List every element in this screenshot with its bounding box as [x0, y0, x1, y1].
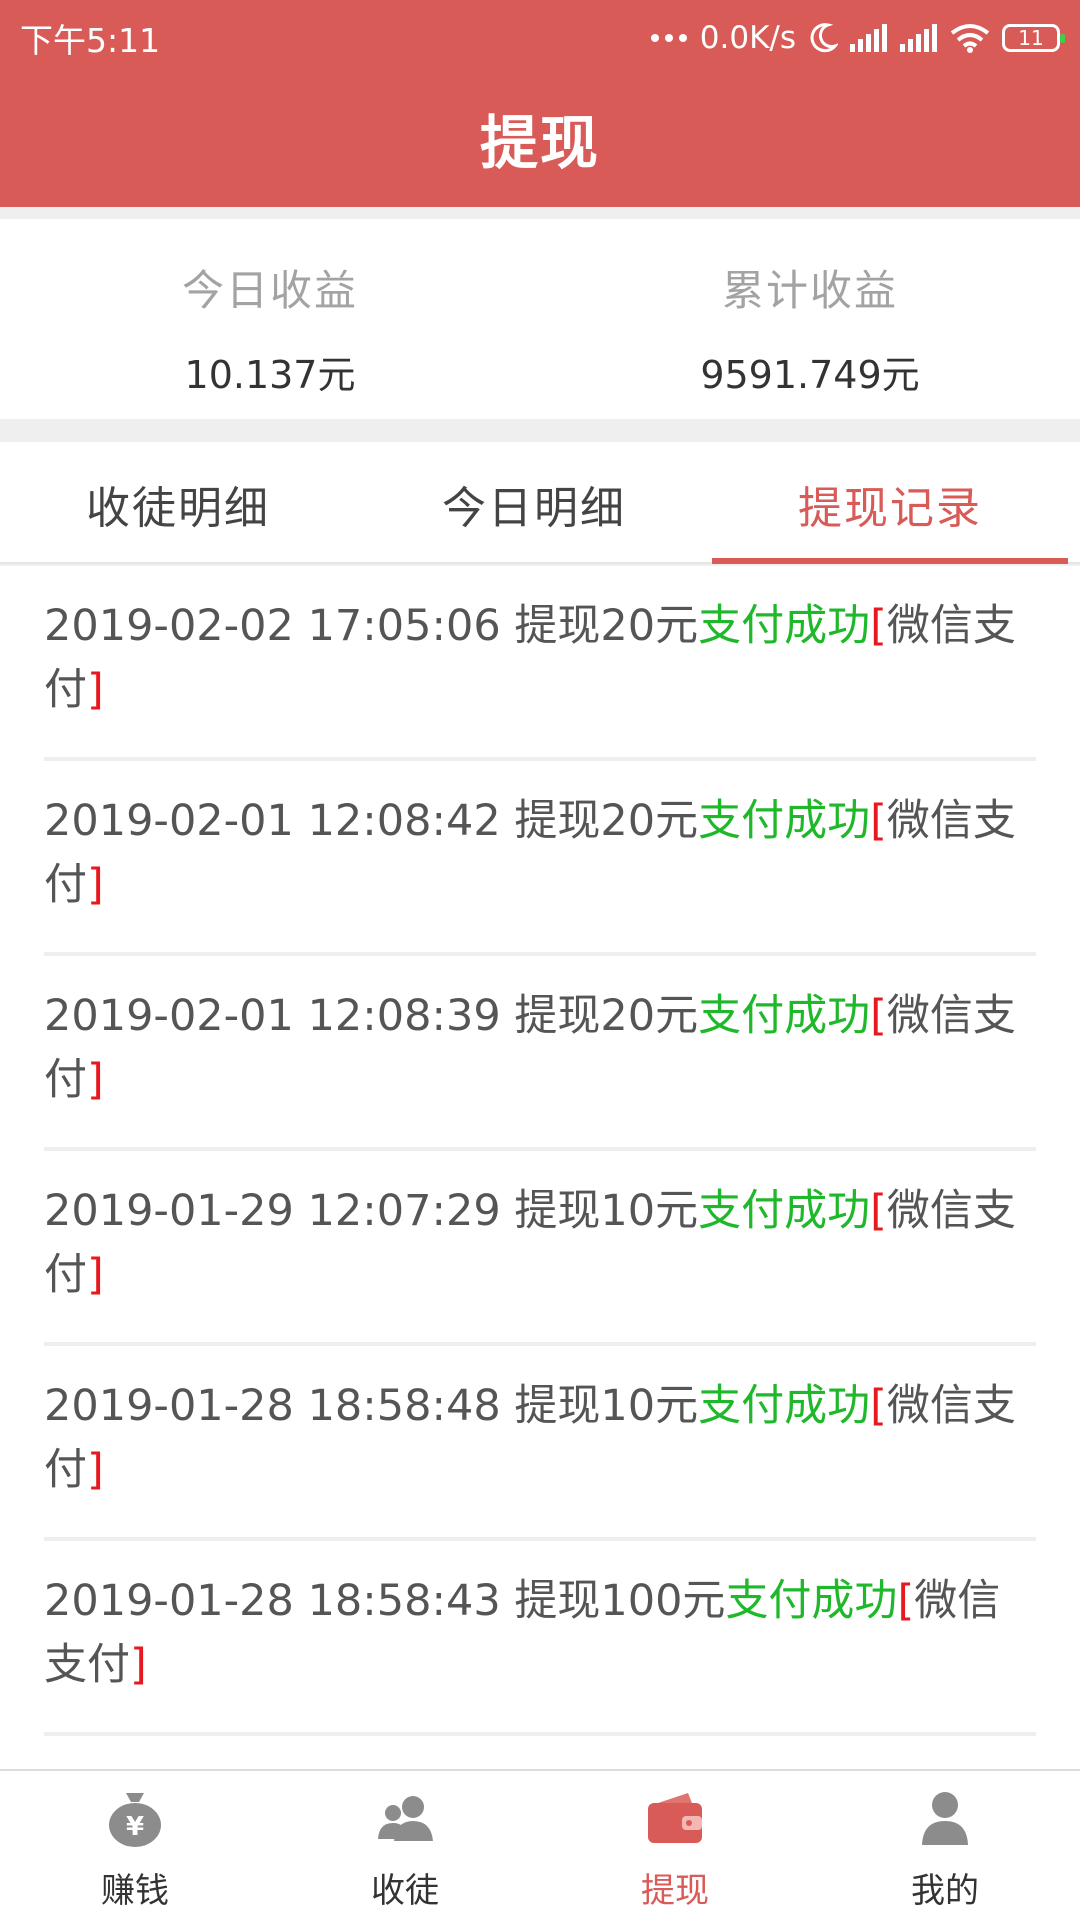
tab-bar: 收徒明细 今日明细 提现记录	[0, 442, 1080, 564]
wallet-icon	[648, 1793, 702, 1843]
record-bracket-open: [	[870, 1186, 887, 1236]
record-status: 支付成功	[698, 796, 871, 846]
tab-withdraw-records[interactable]: 提现记录	[712, 442, 1068, 564]
record-text: 2019-01-29 12:07:29 提现10元	[44, 1186, 699, 1236]
record-text: 2019-01-28 18:58:48 提现10元	[44, 1381, 699, 1431]
app-header: 下午5:11 0.0K/s 11 提现	[0, 0, 1080, 207]
svg-text:¥: ¥	[126, 1812, 144, 1842]
record-bracket-open: [	[897, 1576, 915, 1626]
record-bracket-open: [	[870, 991, 887, 1041]
record-status: 支付成功	[725, 1576, 898, 1626]
record-text: 2019-02-02 17:05:06 提现20元	[44, 601, 699, 651]
battery-icon: 11	[1002, 24, 1065, 52]
record-text: 2019-02-01 12:08:42 提现20元	[44, 796, 699, 846]
nav-item-withdraw[interactable]: 提现	[540, 1771, 810, 1920]
nav-item-mine[interactable]: 我的	[810, 1771, 1080, 1920]
bottom-nav: ¥ 赚钱 收徒 提现 我的	[0, 1769, 1080, 1920]
nav-label-apprentice: 收徒	[371, 1871, 439, 1911]
record-status: 支付成功	[698, 601, 871, 651]
record-status: 支付成功	[698, 1381, 871, 1431]
tab-apprentice-details[interactable]: 收徒明细	[0, 442, 356, 562]
record-text: 2019-01-28 18:58:43 提现100元	[44, 1576, 726, 1626]
list-item: 2019-01-28 18:58:48 提现10元支付成功[微信支付]	[44, 1346, 1036, 1541]
record-status: 支付成功	[698, 1186, 871, 1236]
battery-level: 11	[1018, 26, 1044, 50]
nav-label-withdraw: 提现	[641, 1871, 709, 1911]
nav-label-earn: 赚钱	[101, 1871, 169, 1911]
record-bracket-close: ]	[87, 860, 104, 910]
page-title: 提现	[479, 109, 600, 177]
nav-label-mine: 我的	[911, 1871, 979, 1911]
list-item: 2019-02-01 12:08:39 提现20元支付成功[微信支付]	[44, 956, 1036, 1151]
list-item: 2019-01-29 12:07:29 提现10元支付成功[微信支付]	[44, 1151, 1036, 1346]
record-bracket-close: ]	[87, 1055, 104, 1105]
users-icon	[378, 1796, 433, 1841]
record-bracket-open: [	[870, 601, 887, 651]
status-time: 下午5:11	[20, 21, 161, 60]
status-icons: 0.0K/s 11	[650, 20, 1065, 56]
today-earnings-value: 10.137元	[184, 353, 356, 397]
signal-icon-2	[900, 24, 937, 52]
signal-icon-1	[850, 24, 887, 52]
total-earnings-value: 9591.749元	[700, 353, 920, 397]
more-dots-icon	[650, 34, 687, 42]
user-icon	[922, 1792, 968, 1845]
list-item: 2019-02-02 17:05:06 提现20元支付成功[微信支付]	[44, 566, 1036, 761]
withdraw-record-list: 2019-02-02 17:05:06 提现20元支付成功[微信支付] 2019…	[0, 566, 1080, 1769]
record-bracket-close: ]	[87, 1445, 104, 1495]
nav-item-apprentice[interactable]: 收徒	[270, 1771, 540, 1920]
today-earnings: 今日收益 10.137元	[0, 219, 540, 419]
record-bracket-close: ]	[87, 665, 104, 715]
record-status: 支付成功	[698, 991, 871, 1041]
record-bracket-close: ]	[130, 1640, 147, 1690]
nav-item-earn[interactable]: ¥ 赚钱	[0, 1771, 270, 1920]
record-bracket-open: [	[870, 796, 887, 846]
network-speed: 0.0K/s	[699, 20, 796, 56]
earnings-summary: 今日收益 10.137元 累计收益 9591.749元	[0, 219, 1080, 419]
today-earnings-label: 今日收益	[181, 266, 358, 315]
money-bag-icon: ¥	[109, 1793, 161, 1847]
tab-today-details[interactable]: 今日明细	[356, 442, 712, 562]
total-earnings: 累计收益 9591.749元	[540, 219, 1080, 419]
record-text: 2019-02-01 12:08:39 提现20元	[44, 991, 699, 1041]
moon-icon	[810, 23, 838, 53]
wifi-icon	[950, 24, 990, 53]
status-bar: 下午5:11 0.0K/s 11	[0, 0, 1080, 76]
list-item: 2019-02-01 12:08:42 提现20元支付成功[微信支付]	[44, 761, 1036, 956]
record-bracket-open: [	[870, 1381, 887, 1431]
list-item: 2019-01-28 18:58:43 提现100元支付成功[微信支付]	[44, 1541, 1036, 1736]
total-earnings-label: 累计收益	[721, 266, 898, 315]
record-bracket-close: ]	[87, 1250, 104, 1300]
